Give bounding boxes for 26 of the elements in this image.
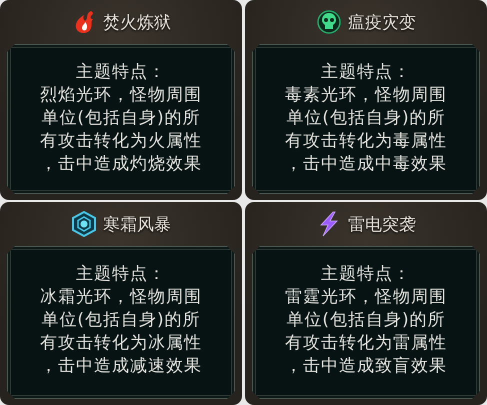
feature-heading: 主题特点： <box>76 61 166 84</box>
description-line: 有攻击转化为冰属性 <box>40 332 202 355</box>
card-title: 寒霜风暴 <box>103 214 171 236</box>
description-line: 毒素光环，怪物周围 <box>285 84 447 107</box>
card-title: 雷电突袭 <box>348 214 416 236</box>
description-line: 单位(包括自身)的所 <box>41 309 201 332</box>
skull-icon <box>316 9 342 35</box>
description-line: 冰霜光环，怪物周围 <box>40 286 202 309</box>
description-line: 单位(包括自身)的所 <box>286 309 446 332</box>
hexagon-icon <box>71 211 97 237</box>
feature-heading: 主题特点： <box>321 263 411 286</box>
description-line: 有攻击转化为雷属性 <box>285 332 447 355</box>
description-line: ，击中造成致盲效果 <box>285 355 447 378</box>
description-line: 有攻击转化为火属性 <box>40 130 202 153</box>
description-line: ，击中造成中毒效果 <box>285 153 447 176</box>
card-title: 焚火炼狱 <box>103 12 171 34</box>
feature-heading: 主题特点： <box>321 61 411 84</box>
description-line: 有攻击转化为毒属性 <box>285 130 447 153</box>
description-line: ，击中造成灼烧效果 <box>40 153 202 176</box>
description-line: 烈焰光环，怪物周围 <box>40 84 202 107</box>
feature-heading: 主题特点： <box>76 263 166 286</box>
description-line: 雷霆光环，怪物周围 <box>285 286 447 309</box>
description-line: 单位(包括自身)的所 <box>286 107 446 130</box>
card-title: 瘟疫灾变 <box>348 12 416 34</box>
description-line: ，击中造成减速效果 <box>40 355 202 378</box>
description-line: 单位(包括自身)的所 <box>41 107 201 130</box>
